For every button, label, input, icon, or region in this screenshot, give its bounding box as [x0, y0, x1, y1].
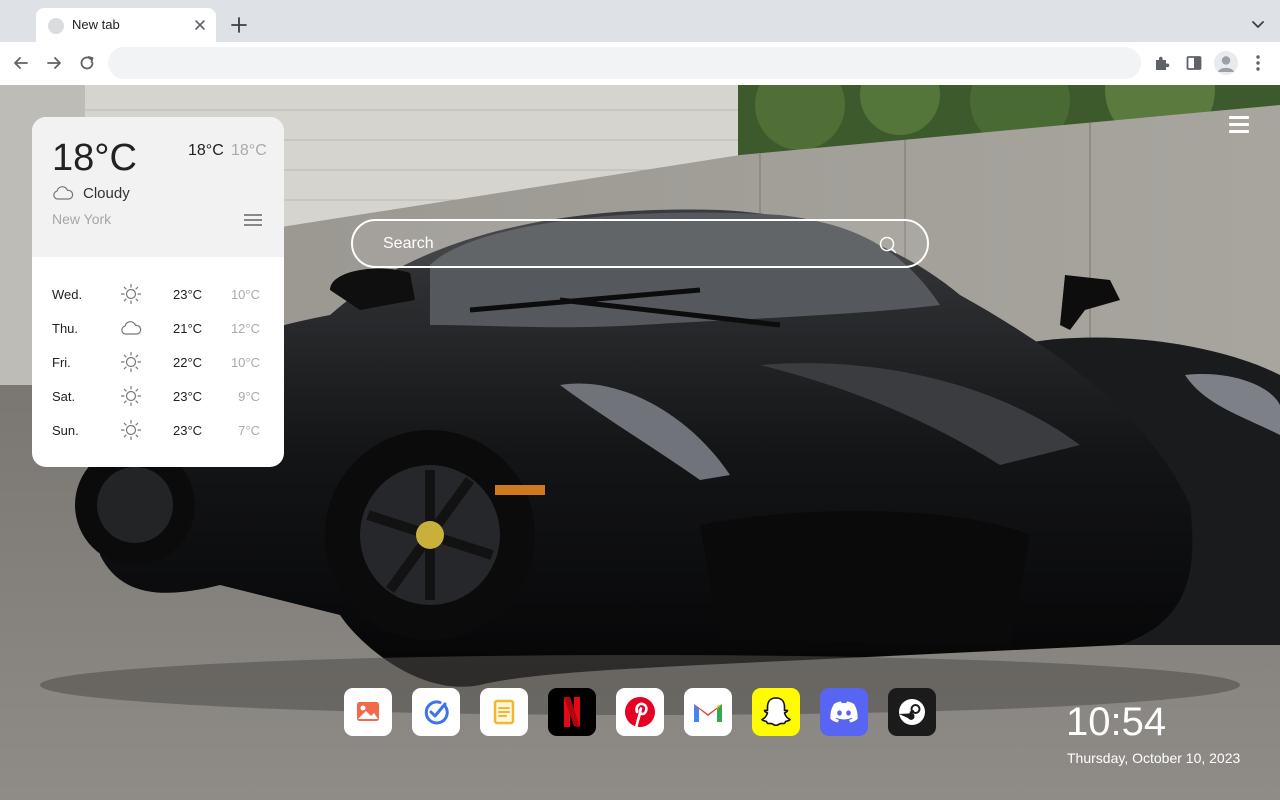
today-low: 18°C: [231, 142, 267, 159]
back-arrow-icon[interactable]: [10, 52, 32, 74]
weather-city: New York: [52, 211, 112, 227]
address-bar[interactable]: [108, 47, 1141, 79]
new-tab-page: 18°C 18°C 18°C Cloudy New York Wed. 23°C…: [0, 85, 1280, 800]
side-panel-icon[interactable]: [1183, 52, 1205, 74]
forecast-high: 22°C: [173, 355, 203, 370]
search-box[interactable]: [351, 219, 929, 268]
reload-icon[interactable]: [76, 52, 98, 74]
clock-time: 10:54: [1066, 700, 1167, 744]
forecast-low: 9°C: [238, 389, 260, 404]
today-high: 18°C: [188, 142, 224, 159]
forecast-day: Sun.: [52, 423, 79, 438]
discord-app-icon[interactable]: [820, 688, 868, 736]
forecast-high: 23°C: [173, 287, 203, 302]
pinterest-app-icon[interactable]: [616, 688, 664, 736]
address-input[interactable]: [108, 47, 1141, 79]
weather-forecast: Wed. 23°C 10°C Thu. 21°C 12°C Fri. 22°C …: [32, 277, 284, 447]
weather-menu-icon[interactable]: [244, 214, 262, 228]
forecast-row: Fri. 22°C 10°C: [32, 345, 284, 379]
tab-title: New tab: [72, 17, 120, 32]
forecast-row: Wed. 23°C 10°C: [32, 277, 284, 311]
forecast-low: 12°C: [230, 321, 260, 336]
cloud-icon: [53, 186, 74, 200]
clock-date: Thursday, October 10, 2023: [1067, 750, 1241, 766]
kebab-menu-icon[interactable]: [1247, 52, 1269, 74]
tasks-app-icon[interactable]: [412, 688, 460, 736]
profile-avatar-icon[interactable]: [1214, 51, 1238, 75]
new-tab-plus-icon[interactable]: [228, 14, 250, 36]
search-icon[interactable]: [878, 235, 898, 255]
forecast-high: 23°C: [173, 423, 203, 438]
forecast-low: 10°C: [230, 355, 260, 370]
forecast-day: Sat.: [52, 389, 76, 404]
search-input[interactable]: [383, 221, 863, 266]
notes-app-icon[interactable]: [480, 688, 528, 736]
forecast-low: 10°C: [230, 287, 260, 302]
close-icon[interactable]: [191, 16, 209, 34]
weather-current: 18°C 18°C 18°C Cloudy New York: [32, 117, 284, 257]
sun-icon: [120, 419, 142, 441]
sun-icon: [120, 385, 142, 407]
gmail-app-icon[interactable]: [684, 688, 732, 736]
photos-app-icon[interactable]: [344, 688, 392, 736]
tab-favicon-icon: [48, 18, 64, 34]
steam-app-icon[interactable]: [888, 688, 936, 736]
browser-toolbar: [0, 42, 1280, 85]
chevron-down-icon[interactable]: [1249, 15, 1267, 33]
netflix-app-icon[interactable]: [548, 688, 596, 736]
browser-tab[interactable]: New tab: [36, 8, 216, 42]
forecast-high: 23°C: [173, 389, 203, 404]
forward-arrow-icon[interactable]: [43, 52, 65, 74]
extensions-puzzle-icon[interactable]: [1151, 52, 1173, 74]
forecast-day: Fri.: [52, 355, 71, 370]
weather-condition: Cloudy: [83, 185, 130, 202]
hamburger-menu-icon[interactable]: [1229, 116, 1249, 134]
forecast-low: 7°C: [238, 423, 260, 438]
forecast-day: Thu.: [52, 321, 79, 336]
weather-widget: 18°C 18°C 18°C Cloudy New York Wed. 23°C…: [32, 117, 284, 467]
sun-icon: [120, 351, 142, 373]
cloud-icon: [121, 321, 142, 335]
sun-icon: [120, 283, 142, 305]
forecast-day: Wed.: [52, 287, 83, 302]
tab-strip: New tab: [0, 0, 1280, 42]
snapchat-app-icon[interactable]: [752, 688, 800, 736]
forecast-row: Thu. 21°C 12°C: [32, 311, 284, 345]
forecast-row: Sat. 23°C 9°C: [32, 379, 284, 413]
current-temperature: 18°C: [52, 137, 137, 179]
forecast-high: 21°C: [173, 321, 203, 336]
forecast-row: Sun. 23°C 7°C: [32, 413, 284, 447]
